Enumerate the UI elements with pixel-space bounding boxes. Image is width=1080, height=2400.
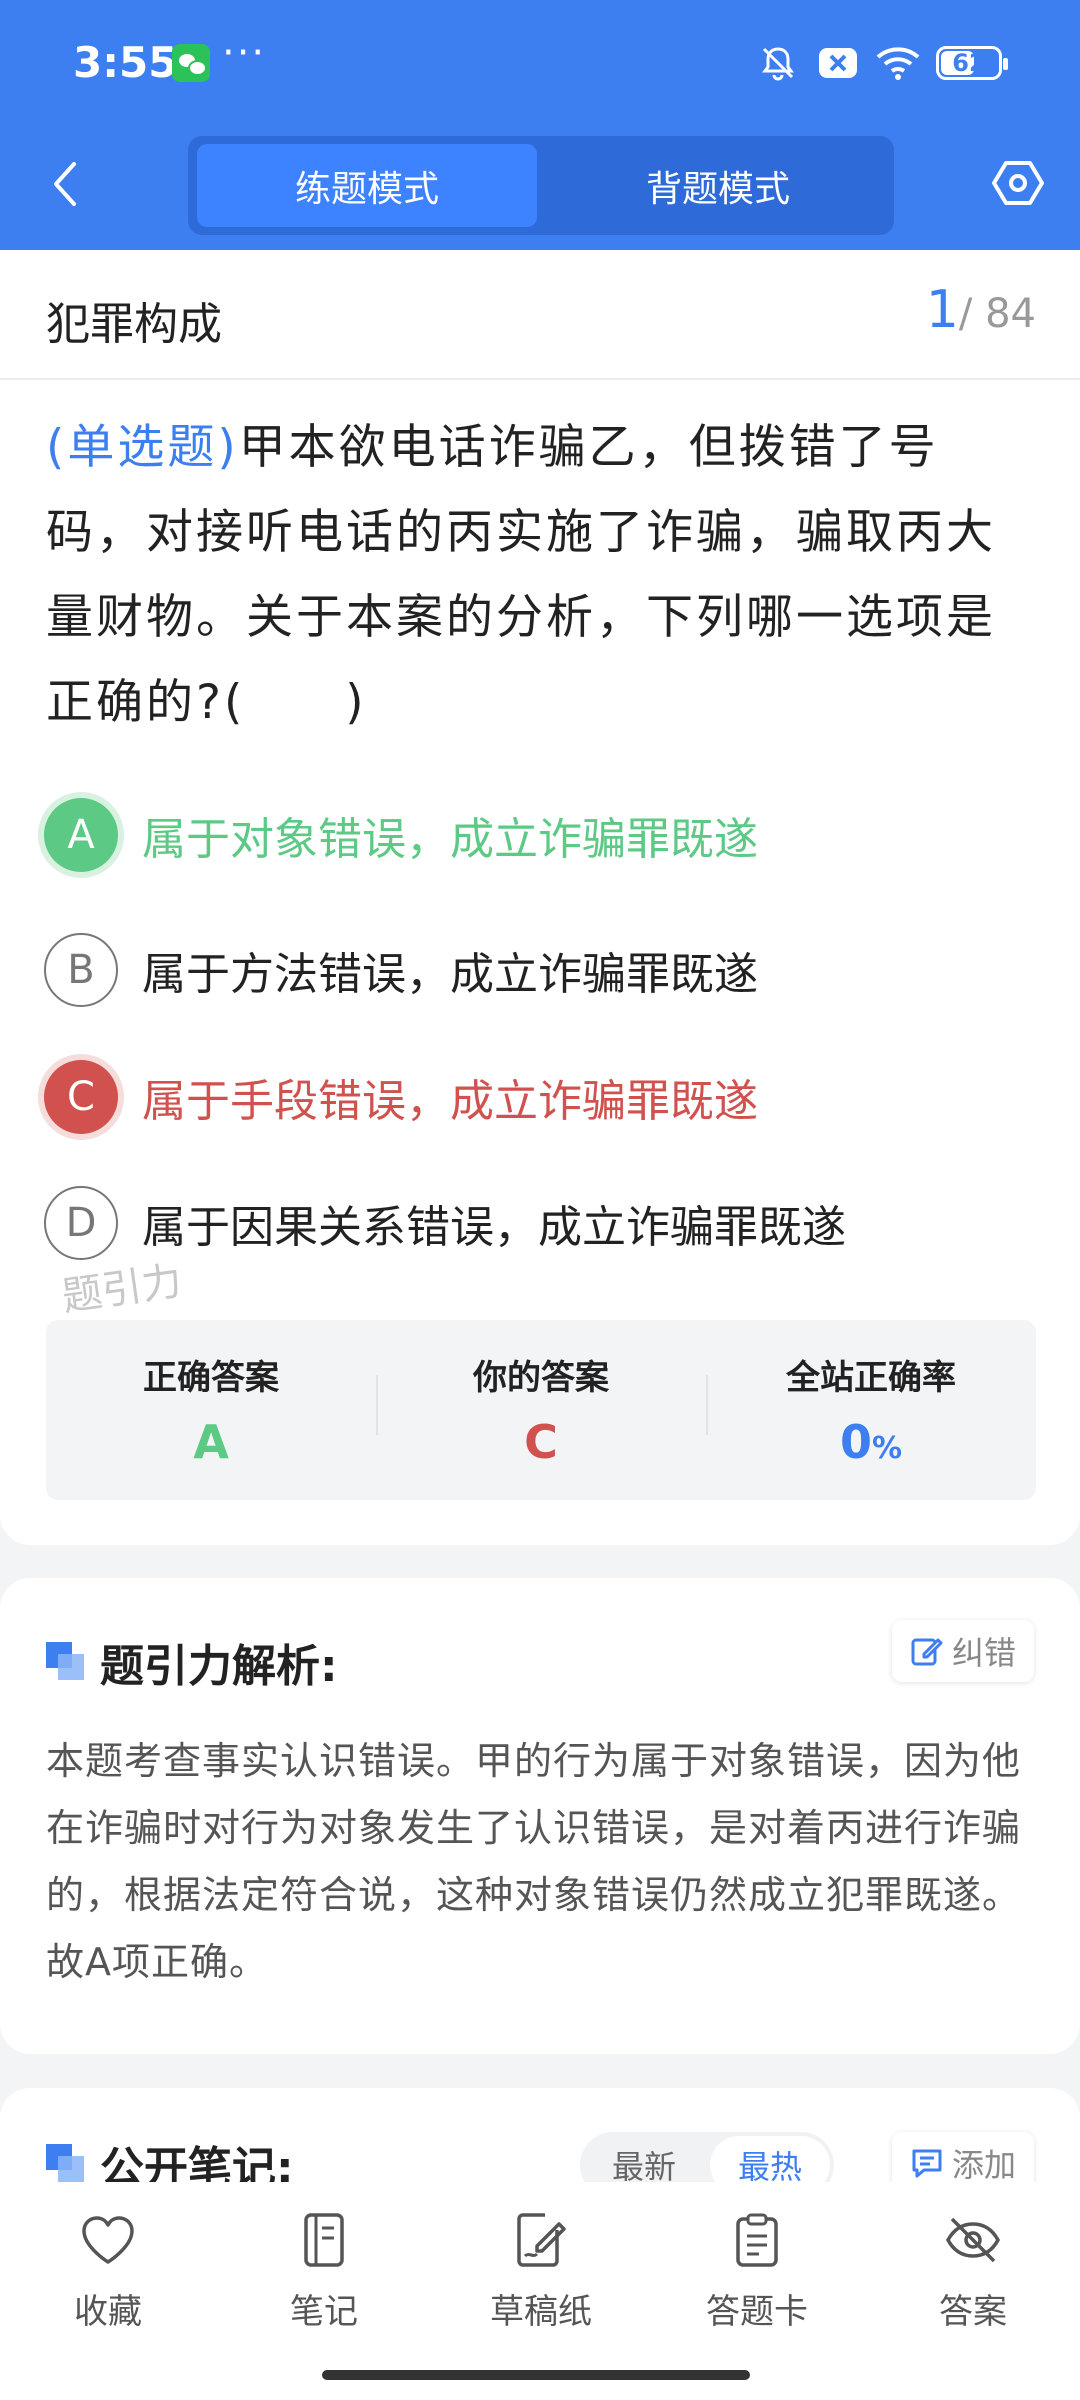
total-questions: / 84 bbox=[958, 291, 1036, 337]
tab-notes-label: 笔记 bbox=[290, 2292, 358, 2332]
tab-favorite[interactable]: 收藏 bbox=[28, 2210, 188, 2333]
bell-off-icon bbox=[756, 41, 800, 85]
option-letter: B bbox=[44, 933, 118, 1007]
status-bar: 3:55 ··· 62 bbox=[0, 0, 1080, 125]
accuracy-value: 0% bbox=[706, 1415, 1036, 1469]
eye-off-icon bbox=[943, 2210, 1003, 2270]
option-b[interactable]: B 属于方法错误，成立诈骗罪既遂 bbox=[44, 930, 1044, 1010]
your-answer-label: 你的答案 bbox=[473, 1358, 609, 1398]
current-question-number: 1 bbox=[925, 280, 959, 340]
question-card: 犯罪构成 1/ 84 (单选题)甲本欲电话诈骗乙，但拨错了号码，对接听电话的丙实… bbox=[0, 250, 1080, 1545]
battery-level: 62 bbox=[952, 49, 986, 77]
correct-answer-label: 正确答案 bbox=[143, 1358, 279, 1398]
tab-answer-label: 答案 bbox=[939, 2292, 1007, 2332]
tab-answer-card-label: 答题卡 bbox=[706, 2292, 808, 2332]
notebook-icon bbox=[294, 2210, 354, 2270]
wifi-icon bbox=[876, 41, 920, 85]
category-bar: 犯罪构成 1/ 84 bbox=[0, 250, 1080, 380]
option-a[interactable]: A 属于对象错误，成立诈骗罪既遂 bbox=[44, 795, 1044, 875]
close-box-icon bbox=[816, 41, 860, 85]
analysis-text: 本题考查事实认识错误。甲的行为属于对象错误，因为他在诈骗时对行为对象发生了认识错… bbox=[46, 1739, 1022, 1984]
question-type: (单选题) bbox=[46, 420, 239, 475]
clipboard-icon bbox=[727, 2210, 787, 2270]
question-stem: (单选题)甲本欲电话诈骗乙，但拨错了号码，对接听电话的丙实施了诈骗，骗取丙大量财… bbox=[46, 405, 1036, 745]
heart-icon bbox=[78, 2210, 138, 2270]
option-letter: C bbox=[44, 1060, 118, 1134]
section-squares-icon bbox=[46, 1642, 86, 1682]
correct-answer-col: 正确答案 A bbox=[46, 1320, 376, 1500]
home-indicator[interactable] bbox=[322, 2370, 750, 2380]
analysis-header: 题引力解析: bbox=[46, 1630, 338, 1694]
option-text: 属于方法错误，成立诈骗罪既遂 bbox=[142, 949, 758, 1000]
analysis-card: 题引力解析: 纠错 本题考查事实认识错误。甲的行为属于对象错误，因为他在诈骗时对… bbox=[0, 1578, 1080, 2054]
answer-summary: 正确答案 A 你的答案 C 全站正确率 0% bbox=[46, 1320, 1036, 1500]
option-d[interactable]: D 属于因果关系错误，成立诈骗罪既遂 bbox=[44, 1183, 1044, 1263]
add-note-label: 添加 bbox=[951, 2146, 1016, 2184]
battery-icon: 62 bbox=[936, 46, 1008, 80]
section-squares-icon bbox=[46, 2144, 86, 2184]
tab-draft[interactable]: 草稿纸 bbox=[461, 2210, 621, 2333]
accuracy-number: 0 bbox=[839, 1415, 872, 1469]
chevron-left-icon[interactable] bbox=[40, 150, 90, 218]
analysis-title: 题引力解析: bbox=[100, 1641, 338, 1692]
tab-answer[interactable]: 答案 bbox=[893, 2210, 1053, 2333]
option-letter: A bbox=[44, 798, 118, 872]
option-text: 属于因果关系错误，成立诈骗罪既遂 bbox=[142, 1202, 846, 1253]
draft-icon bbox=[511, 2210, 571, 2270]
option-letter: D bbox=[44, 1186, 118, 1260]
accuracy-col: 全站正确率 0% bbox=[706, 1320, 1036, 1500]
option-text: 属于对象错误，成立诈骗罪既遂 bbox=[142, 814, 758, 865]
wechat-icon bbox=[172, 44, 210, 82]
bottom-toolbar: 收藏 笔记 草稿纸 答题卡 答案 bbox=[0, 2182, 1080, 2400]
tab-favorite-label: 收藏 bbox=[74, 2292, 142, 2332]
option-c[interactable]: C 属于手段错误，成立诈骗罪既遂 bbox=[44, 1057, 1044, 1137]
tab-notes[interactable]: 笔记 bbox=[244, 2210, 404, 2333]
status-time: 3:55 bbox=[73, 38, 178, 87]
accuracy-unit: % bbox=[871, 1431, 903, 1466]
tab-answer-card[interactable]: 答题卡 bbox=[677, 2210, 837, 2333]
accuracy-label: 全站正确率 bbox=[786, 1358, 956, 1398]
correct-answer-value: A bbox=[193, 1415, 229, 1469]
tab-recite-mode[interactable]: 背题模式 bbox=[548, 144, 888, 227]
report-error-label: 纠错 bbox=[951, 1634, 1016, 1672]
category-title: 犯罪构成 bbox=[46, 299, 222, 350]
your-answer-value: C bbox=[524, 1415, 558, 1469]
more-dots-icon: ··· bbox=[222, 30, 267, 76]
option-text: 属于手段错误，成立诈骗罪既遂 bbox=[142, 1076, 758, 1127]
comment-add-icon bbox=[912, 2149, 942, 2178]
tab-practice-mode[interactable]: 练题模式 bbox=[197, 144, 537, 227]
report-error-button[interactable]: 纠错 bbox=[891, 1620, 1034, 1682]
your-answer-col: 你的答案 C bbox=[376, 1320, 706, 1500]
edit-icon bbox=[911, 1638, 943, 1666]
app-header: 3:55 ··· 62 练题模式 背题模式 bbox=[0, 0, 1080, 250]
mode-switch: 练题模式 背题模式 bbox=[188, 136, 894, 235]
question-counter[interactable]: 1/ 84 bbox=[926, 280, 1036, 340]
tab-draft-label: 草稿纸 bbox=[490, 2292, 592, 2332]
hexagon-settings-icon[interactable] bbox=[988, 152, 1048, 214]
